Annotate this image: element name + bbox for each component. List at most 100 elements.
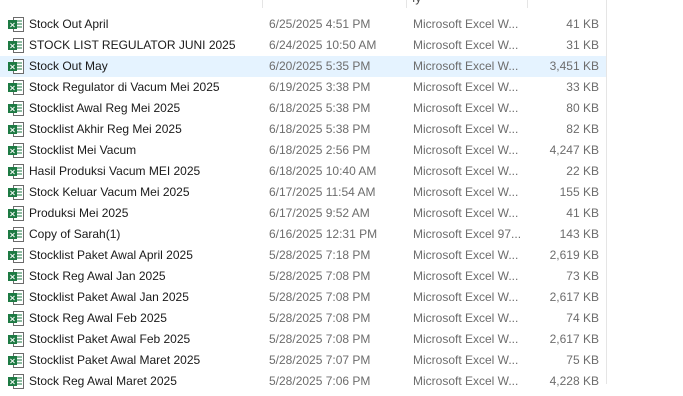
file-date-modified: 6/18/2025 5:38 PM — [269, 101, 371, 115]
file-type: Microsoft Excel W... — [413, 374, 519, 388]
column-separator[interactable] — [527, 0, 528, 8]
file-type: Microsoft Excel W... — [413, 353, 519, 367]
file-type: Microsoft Excel W... — [413, 80, 519, 94]
file-row[interactable]: × Stocklist Akhir Reg Mei 2025 6/18/2025 5… — [0, 119, 606, 140]
file-row[interactable]: × Stock Regulator di Vacum Mei 2025 6/19/2… — [0, 77, 606, 98]
file-date-modified: 6/20/2025 5:35 PM — [269, 59, 371, 73]
excel-file-icon: × — [8, 80, 24, 95]
excel-file-icon: × — [8, 332, 24, 347]
column-divider — [606, 0, 607, 384]
file-size: 73 KB — [566, 269, 599, 283]
file-row[interactable]: × Stock Keluar Vacum Mei 2025 6/17/2025 11… — [0, 182, 606, 203]
file-date-modified: 6/17/2025 9:52 AM — [269, 206, 370, 220]
file-name: Stock Out April — [29, 17, 109, 31]
file-date-modified: 6/19/2025 3:38 PM — [269, 80, 371, 94]
file-size: 3,451 KB — [549, 59, 599, 73]
excel-file-icon: × — [8, 164, 24, 179]
excel-file-icon: × — [8, 248, 24, 263]
excel-file-icon: × — [8, 122, 24, 137]
file-name: Stocklist Paket Awal Jan 2025 — [29, 290, 189, 304]
file-name: Stocklist Akhir Reg Mei 2025 — [29, 122, 182, 136]
file-type: Microsoft Excel W... — [413, 206, 519, 220]
file-type: Microsoft Excel W... — [413, 143, 519, 157]
excel-file-icon: × — [8, 353, 24, 368]
file-row[interactable]: × Stocklist Paket Awal April 2025 5/28/202… — [0, 245, 606, 266]
file-date-modified: 5/28/2025 7:06 PM — [269, 374, 371, 388]
file-row[interactable]: × Stocklist Paket Awal Maret 2025 5/28/202… — [0, 350, 606, 371]
column-separator[interactable] — [406, 0, 407, 8]
file-name: Stock Reg Awal Maret 2025 — [29, 374, 177, 388]
file-size: 41 KB — [566, 17, 599, 31]
file-type: Microsoft Excel W... — [413, 290, 519, 304]
file-date-modified: 6/25/2025 4:51 PM — [269, 17, 371, 31]
excel-file-icon: × — [8, 59, 24, 74]
file-size: 4,247 KB — [549, 143, 599, 157]
svg-text:×: × — [9, 378, 16, 387]
excel-file-icon: × — [8, 143, 24, 158]
excel-file-icon: × — [8, 101, 24, 116]
svg-text:×: × — [9, 147, 16, 156]
file-size: 74 KB — [566, 311, 599, 325]
file-date-modified: 6/18/2025 10:40 AM — [269, 164, 377, 178]
file-row[interactable]: × Stocklist Paket Awal Feb 2025 5/28/2025 … — [0, 329, 606, 350]
file-size: 80 KB — [566, 101, 599, 115]
file-row[interactable]: × Produksi Mei 2025 6/17/2025 9:52 AM Micro… — [0, 203, 606, 224]
file-list: × Stock Out April 6/25/2025 4:51 PM Microso… — [0, 14, 606, 392]
svg-text:×: × — [9, 315, 16, 324]
excel-file-icon: × — [8, 206, 24, 221]
excel-97-file-icon: × — [8, 227, 24, 242]
file-date-modified: 6/17/2025 11:54 AM — [269, 185, 376, 199]
file-type: Microsoft Excel W... — [413, 101, 519, 115]
excel-file-icon: × — [8, 269, 24, 284]
svg-text:×: × — [9, 42, 16, 51]
file-name: Stock Regulator di Vacum Mei 2025 — [29, 80, 220, 94]
file-size: 2,619 KB — [549, 248, 599, 262]
file-name: Stocklist Paket Awal Maret 2025 — [29, 353, 201, 367]
file-row[interactable]: × Stock Reg Awal Jan 2025 5/28/2025 7:08 P… — [0, 266, 606, 287]
file-row[interactable]: × STOCK LIST REGULATOR JUNI 2025 6/24/2025… — [0, 35, 606, 56]
column-separator[interactable] — [262, 0, 263, 8]
file-row[interactable]: × Stocklist Paket Awal Jan 2025 5/28/2025 … — [0, 287, 606, 308]
file-name: STOCK LIST REGULATOR JUNI 2025 — [29, 38, 236, 52]
file-type: Microsoft Excel W... — [413, 122, 519, 136]
svg-text:×: × — [9, 63, 16, 72]
file-name: Stocklist Paket Awal Feb 2025 — [29, 332, 191, 346]
file-size: 2,617 KB — [549, 290, 599, 304]
excel-file-icon: × — [8, 185, 24, 200]
excel-file-icon: × — [8, 290, 24, 305]
file-type: Microsoft Excel 97... — [413, 227, 522, 241]
file-date-modified: 6/18/2025 5:38 PM — [269, 122, 371, 136]
file-row[interactable]: × Copy of Sarah(1) 6/16/2025 12:31 PM Micro… — [0, 224, 606, 245]
file-date-modified: 6/16/2025 12:31 PM — [269, 227, 378, 241]
file-name: Stocklist Paket Awal April 2025 — [29, 248, 193, 262]
file-size: 41 KB — [566, 206, 599, 220]
file-name: Stocklist Mei Vacum — [29, 143, 137, 157]
file-row[interactable]: × Stock Reg Awal Maret 2025 5/28/2025 7:06… — [0, 371, 606, 392]
file-type: Microsoft Excel W... — [413, 164, 519, 178]
file-type: Microsoft Excel W... — [413, 17, 519, 31]
type-column-header[interactable]: ıy — [412, 0, 421, 5]
svg-text:×: × — [9, 168, 16, 177]
file-type: Microsoft Excel W... — [413, 248, 519, 262]
file-date-modified: 5/28/2025 7:08 PM — [269, 311, 371, 325]
svg-text:×: × — [9, 231, 16, 240]
file-type: Microsoft Excel W... — [413, 332, 519, 346]
file-type: Microsoft Excel W... — [413, 311, 519, 325]
svg-text:×: × — [9, 252, 16, 261]
file-name: Stocklist Awal Reg Mei 2025 — [29, 101, 181, 115]
file-row[interactable]: × Stocklist Awal Reg Mei 2025 6/18/2025 5:… — [0, 98, 606, 119]
file-type: Microsoft Excel W... — [413, 269, 519, 283]
file-date-modified: 6/18/2025 2:56 PM — [269, 143, 371, 157]
file-name: Stock Keluar Vacum Mei 2025 — [29, 185, 190, 199]
excel-file-icon: × — [8, 374, 24, 389]
svg-text:×: × — [9, 21, 16, 30]
file-row[interactable]: × Stock Out April 6/25/2025 4:51 PM Microso… — [0, 14, 606, 35]
file-row[interactable]: × Hasil Produksi Vacum MEI 2025 6/18/2025 … — [0, 161, 606, 182]
svg-text:×: × — [9, 336, 16, 345]
file-row[interactable]: × Stock Out May 6/20/2025 5:35 PM Microsoft… — [0, 56, 606, 77]
file-size: 31 KB — [566, 38, 599, 52]
file-size: 22 KB — [566, 164, 599, 178]
file-row[interactable]: × Stocklist Mei Vacum 6/18/2025 2:56 PM Mic… — [0, 140, 606, 161]
svg-text:×: × — [9, 273, 16, 282]
file-row[interactable]: × Stock Reg Awal Feb 2025 5/28/2025 7:08 P… — [0, 308, 606, 329]
